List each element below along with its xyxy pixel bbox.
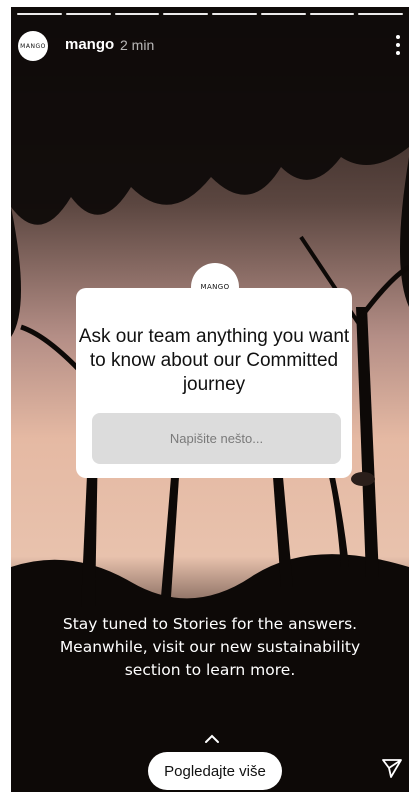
progress-segment: [309, 13, 355, 15]
story-caption: Stay tuned to Stories for the answers. M…: [31, 613, 389, 682]
story-frame[interactable]: MANGO mango 2 min MANGO Ask our team any…: [11, 7, 409, 792]
sticker-logo-text: MANGO: [200, 283, 230, 291]
see-more-button[interactable]: Pogledajte više: [148, 752, 282, 790]
progress-segment: [65, 13, 111, 15]
more-options-icon[interactable]: [393, 33, 403, 57]
progress-segment: [163, 13, 208, 15]
caption-line: section to learn more.: [124, 661, 296, 679]
sticker-avatar: MANGO: [191, 263, 239, 311]
author-avatar[interactable]: MANGO: [18, 31, 48, 61]
progress-segment: [212, 13, 257, 15]
chevron-up-icon[interactable]: [204, 734, 220, 744]
progress-segment: [260, 13, 306, 15]
post-time: 2 min: [120, 37, 155, 53]
progress-segment: [114, 13, 160, 15]
caption-line: Meanwhile, visit our new sustainability: [59, 638, 361, 656]
send-icon[interactable]: [381, 757, 403, 779]
question-text: Ask our team anything you want to know a…: [78, 326, 350, 395]
progress-segment: [17, 13, 62, 15]
caption-line: Stay tuned to Stories for the answers.: [62, 615, 358, 633]
progress-segment: [358, 13, 403, 15]
author-username[interactable]: mango: [65, 36, 114, 53]
story-progress-bars: [17, 13, 403, 16]
answer-input[interactable]: [92, 413, 341, 464]
avatar-logo-text: MANGO: [20, 42, 46, 50]
